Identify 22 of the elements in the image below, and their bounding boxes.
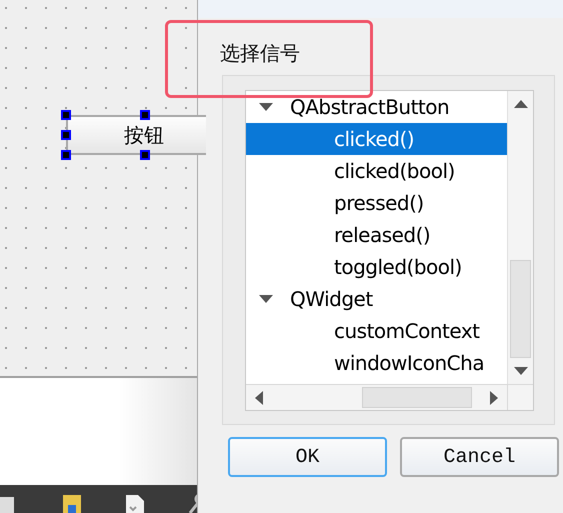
scrollbar-thumb[interactable] — [510, 260, 531, 358]
tree-item[interactable]: clicked() — [246, 123, 507, 155]
resize-handle[interactable] — [61, 150, 71, 160]
tree-item[interactable]: pressed() — [246, 187, 507, 219]
expand-arrow-icon[interactable] — [258, 102, 274, 112]
dialog-button[interactable]: Cancel — [400, 437, 559, 477]
tree-item[interactable]: clicked(bool) — [246, 155, 507, 187]
tree-group-label[interactable]: QWidget — [290, 287, 373, 311]
tree-item[interactable]: toggled(bool) — [246, 251, 507, 283]
resize-handle[interactable] — [140, 150, 150, 160]
tree-item[interactable]: windowIconCha — [246, 347, 507, 379]
tree-item[interactable]: customContext — [246, 315, 507, 347]
resize-handle[interactable] — [61, 110, 71, 120]
tree-item[interactable]: released() — [246, 219, 507, 251]
resize-handle[interactable] — [61, 130, 71, 140]
dialog-heading: 选择信号 — [219, 40, 301, 63]
expand-arrow-icon[interactable] — [258, 294, 274, 304]
dialog-button[interactable]: OK — [228, 437, 387, 477]
scrollbar-thumb[interactable] — [362, 387, 472, 408]
resize-handle[interactable] — [140, 110, 150, 120]
push-button[interactable]: 按钮 — [66, 115, 206, 155]
tree-group-label[interactable]: QAbstractButton — [290, 95, 450, 119]
